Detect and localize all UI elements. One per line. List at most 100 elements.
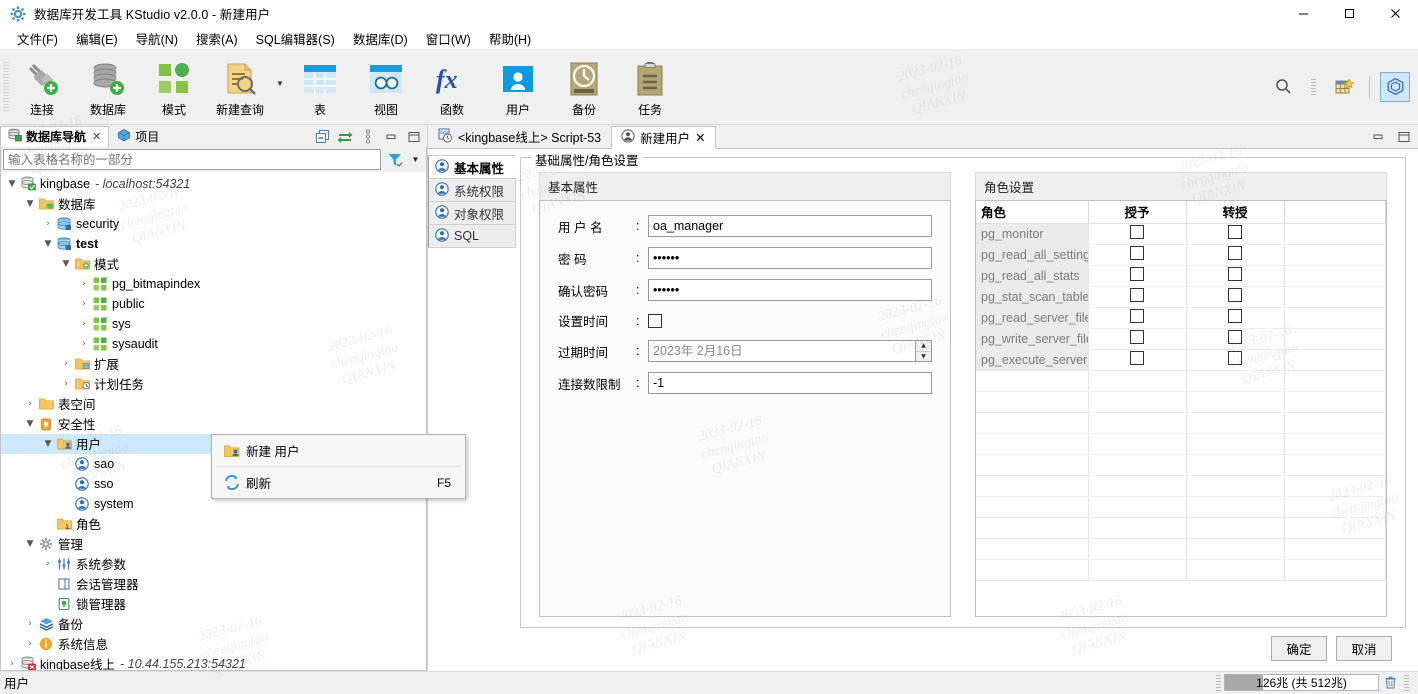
table-row[interactable]: pg_execute_server_program (976, 349, 1386, 370)
expiry-value[interactable]: 2023年 2月16日 (648, 340, 915, 362)
grant-checkbox[interactable] (1130, 225, 1144, 239)
menu-item-2[interactable]: 导航(N) (127, 27, 187, 50)
roles-col-header-1[interactable]: 授予 (1088, 201, 1186, 223)
role-grant-cell[interactable] (1088, 349, 1186, 370)
menu-item-7[interactable]: 帮助(H) (480, 27, 540, 50)
toolbar-drag-grip[interactable] (1311, 79, 1316, 95)
role-grant-cell[interactable] (1088, 244, 1186, 265)
new-table-icon[interactable] (1329, 72, 1359, 102)
tree-item-10[interactable]: ›计划任务 (1, 374, 426, 394)
menu-item-0[interactable]: 文件(F) (8, 27, 67, 50)
tree-item-21[interactable]: 锁管理器 (1, 594, 426, 614)
role-admin-cell[interactable] (1186, 265, 1284, 286)
tab-script-53[interactable]: SQL <kingbase线上> Script-53 (428, 125, 611, 148)
chevron-down-icon[interactable]: ▼ (23, 199, 37, 209)
admin-checkbox[interactable] (1228, 330, 1242, 344)
table-row[interactable]: pg_write_server_files (976, 328, 1386, 349)
side-tab-1[interactable]: 系统权限 (428, 178, 516, 202)
toolbar-grip[interactable] (3, 62, 9, 112)
close-icon[interactable]: ✕ (92, 130, 101, 143)
chevron-right-icon[interactable]: › (59, 379, 73, 389)
table-row-empty[interactable] (976, 433, 1386, 454)
role-admin-cell[interactable] (1186, 307, 1284, 328)
set-time-checkbox[interactable] (648, 314, 662, 328)
chevron-down-icon[interactable]: ▼ (41, 439, 55, 449)
role-admin-cell[interactable] (1186, 349, 1284, 370)
tree-item-0[interactable]: ▼kingbase- localhost:54321 (1, 174, 426, 194)
side-tab-0[interactable]: 基本属性 (428, 155, 516, 179)
tree-item-1[interactable]: ▼数据库 (1, 194, 426, 214)
context-menu-item-1[interactable]: 刷新F5 (212, 468, 465, 497)
table-row-empty[interactable] (976, 370, 1386, 391)
table-row[interactable]: pg_monitor (976, 223, 1386, 244)
tree-item-9[interactable]: ›扩展 (1, 354, 426, 374)
chevron-right-icon[interactable]: › (77, 279, 91, 289)
tree-item-2[interactable]: ›security (1, 214, 426, 234)
toolbar-button-0[interactable]: 连接 (9, 51, 75, 123)
role-admin-cell[interactable] (1186, 223, 1284, 244)
chevron-down-icon[interactable]: ▼ (23, 539, 37, 549)
minimize-editor-icon[interactable] (1370, 129, 1386, 145)
menu-item-6[interactable]: 窗口(W) (417, 27, 480, 50)
toolbar-button-2[interactable]: 模式 (141, 51, 207, 123)
tree-filter-input[interactable] (3, 149, 381, 170)
chevron-right-icon[interactable]: › (59, 359, 73, 369)
roles-table[interactable]: 角色授予转授 pg_monitorpg_read_all_settingspg_… (976, 201, 1386, 581)
roles-col-header-3[interactable] (1284, 201, 1386, 223)
chevron-right-icon[interactable]: › (5, 659, 19, 669)
perspective-icon[interactable] (1380, 72, 1410, 102)
grant-checkbox[interactable] (1130, 246, 1144, 260)
chevron-right-icon[interactable]: › (77, 299, 91, 309)
minimize-button[interactable] (1280, 0, 1326, 27)
toolbar-button-9[interactable]: 任务 (617, 51, 683, 123)
field-input-0[interactable]: oa_manager (648, 215, 932, 237)
tree-item-12[interactable]: ▼安全性 (1, 414, 426, 434)
tree-item-4[interactable]: ▼模式 (1, 254, 426, 274)
tree-item-23[interactable]: ›系统信息 (1, 634, 426, 654)
table-row-empty[interactable] (976, 517, 1386, 538)
tree-item-18[interactable]: ▼管理 (1, 534, 426, 554)
table-row-empty[interactable] (976, 391, 1386, 412)
spinner-buttons[interactable]: ▲▼ (915, 340, 932, 362)
toolbar-button-6[interactable]: fx函数 (419, 51, 485, 123)
link-editor-icon[interactable] (337, 129, 353, 145)
toolbar-button-4[interactable]: 表 (287, 51, 353, 123)
grant-checkbox[interactable] (1130, 267, 1144, 281)
tree-item-19[interactable]: ›系统参数 (1, 554, 426, 574)
role-grant-cell[interactable] (1088, 265, 1186, 286)
maximize-button[interactable] (1326, 0, 1372, 27)
chevron-right-icon[interactable]: › (41, 559, 55, 569)
role-grant-cell[interactable] (1088, 223, 1186, 244)
toolbar-button-8[interactable]: 备份 (551, 51, 617, 123)
close-button[interactable] (1372, 0, 1418, 27)
database-tree[interactable]: ▼kingbase- localhost:54321▼数据库›security▼… (1, 172, 426, 670)
admin-checkbox[interactable] (1228, 225, 1242, 239)
maximize-panel-icon[interactable] (406, 129, 422, 145)
grant-checkbox[interactable] (1130, 330, 1144, 344)
roles-col-header-2[interactable]: 转授 (1186, 201, 1284, 223)
toolbar-button-3[interactable]: 新建查询 (207, 51, 273, 123)
table-row[interactable]: pg_read_server_files (976, 307, 1386, 328)
maximize-editor-icon[interactable] (1396, 129, 1412, 145)
context-menu-item-0[interactable]: 新建 用户 (212, 436, 465, 465)
spin-up-icon[interactable]: ▲ (916, 341, 931, 352)
tree-item-3[interactable]: ▼test (1, 234, 426, 254)
admin-checkbox[interactable] (1228, 309, 1242, 323)
tree-item-17[interactable]: 角色 (1, 514, 426, 534)
admin-checkbox[interactable] (1228, 246, 1242, 260)
role-admin-cell[interactable] (1186, 328, 1284, 349)
tree-item-7[interactable]: ›sys (1, 314, 426, 334)
grant-checkbox[interactable] (1130, 288, 1144, 302)
role-grant-cell[interactable] (1088, 307, 1186, 328)
table-row-empty[interactable] (976, 412, 1386, 433)
side-tab-3[interactable]: SQL (428, 224, 516, 248)
chevron-right-icon[interactable]: › (23, 639, 37, 649)
tree-item-5[interactable]: ›pg_bitmapindex (1, 274, 426, 294)
tab-new-user[interactable]: 新建用户 ✕ (611, 126, 716, 149)
tree-item-22[interactable]: ›备份 (1, 614, 426, 634)
minimize-panel-icon[interactable] (383, 129, 399, 145)
chevron-down-icon[interactable]: ▼ (41, 239, 55, 249)
table-row-empty[interactable] (976, 538, 1386, 559)
field-input-1[interactable]: •••••• (648, 247, 932, 269)
chevron-right-icon[interactable]: › (77, 339, 91, 349)
